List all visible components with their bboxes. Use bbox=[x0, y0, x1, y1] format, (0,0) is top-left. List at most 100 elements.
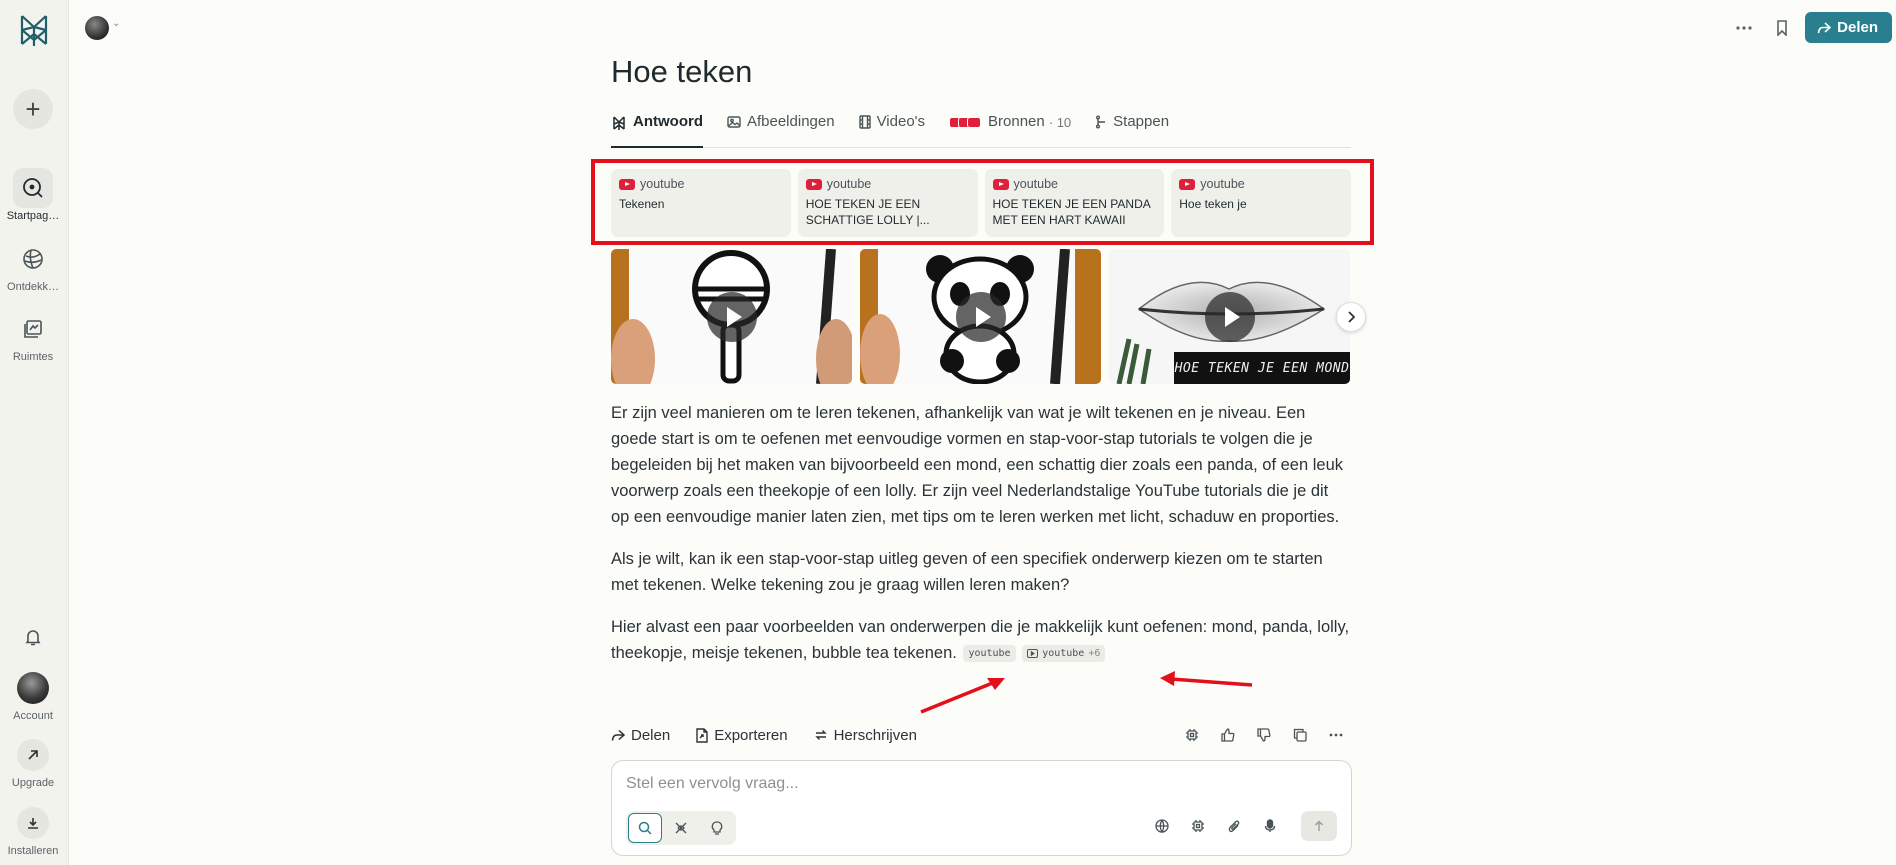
tab-label: Antwoord bbox=[633, 113, 703, 130]
tab-label: Bronnen bbox=[988, 113, 1045, 130]
video-icon bbox=[1027, 649, 1039, 659]
answer-actions-right bbox=[1177, 720, 1351, 750]
chevron-down-icon[interactable]: ⌄ bbox=[112, 18, 120, 29]
source-title: HOE TEKEN JE EEN SCHATTIGE LOLLY |... bbox=[805, 197, 930, 227]
thumbs-down-button[interactable] bbox=[1249, 720, 1279, 750]
source-site: youtube bbox=[640, 177, 685, 191]
voice-button[interactable] bbox=[1255, 811, 1285, 841]
labs-mode-button[interactable] bbox=[700, 813, 734, 843]
citation-more-count: +6 bbox=[1088, 648, 1101, 660]
sidebar-item-label: Account bbox=[13, 710, 53, 722]
tab-answer[interactable]: Antwoord bbox=[611, 110, 703, 148]
web-source-button[interactable] bbox=[1147, 811, 1177, 841]
source-card[interactable]: youtube Tekenen bbox=[611, 169, 791, 237]
citation-chip[interactable]: youtube bbox=[963, 645, 1016, 663]
citation-label: youtube bbox=[1042, 648, 1085, 660]
source-site: youtube bbox=[1200, 177, 1245, 191]
refresh-icon bbox=[814, 730, 827, 740]
tab-count: · 10 bbox=[1048, 115, 1072, 130]
more-options-button[interactable] bbox=[1321, 720, 1351, 750]
share-label: Delen bbox=[1837, 19, 1878, 36]
tab-label: Stappen bbox=[1113, 113, 1170, 130]
app: + Startpag… Ontdekk… Ruimtes Account Upg… bbox=[0, 0, 1896, 865]
citation-chip-more[interactable]: youtube +6 bbox=[1022, 645, 1106, 663]
youtube-icon bbox=[805, 178, 822, 190]
mode-selector bbox=[626, 811, 736, 845]
bookmark-button[interactable] bbox=[1767, 13, 1797, 43]
steps-icon bbox=[1096, 115, 1106, 129]
spaces-icon bbox=[13, 309, 53, 349]
video-thumbnail-lolly[interactable] bbox=[611, 249, 852, 384]
sidebar-item-label: Installeren bbox=[7, 845, 59, 857]
sidebar-item-discover[interactable]: Ontdekk… bbox=[0, 239, 66, 293]
youtube-icon bbox=[619, 178, 635, 190]
submit-button[interactable] bbox=[1301, 811, 1337, 841]
tab-steps[interactable]: Stappen bbox=[1095, 110, 1169, 148]
source-site: youtube bbox=[826, 177, 872, 191]
chevron-right-icon bbox=[1348, 311, 1355, 323]
followup-tools bbox=[1147, 811, 1337, 841]
video-thumbnail-panda[interactable] bbox=[860, 249, 1101, 384]
research-icon bbox=[675, 822, 687, 834]
export-button[interactable]: Exporteren bbox=[696, 726, 788, 744]
tab-images[interactable]: Afbeeldingen bbox=[727, 110, 835, 148]
sidebar-item-upgrade[interactable]: Upgrade bbox=[0, 735, 66, 789]
sources-row: youtube Tekenen youtube HOE TEKEN JE EEN… bbox=[611, 169, 1351, 237]
more-options-button[interactable] bbox=[1729, 13, 1759, 43]
model-select-button[interactable] bbox=[1183, 811, 1213, 841]
research-mode-button[interactable] bbox=[664, 813, 698, 843]
thumbs-up-button[interactable] bbox=[1213, 720, 1243, 750]
logo-icon[interactable] bbox=[14, 10, 54, 50]
sidebar-item-account[interactable]: Account bbox=[0, 668, 66, 722]
tab-sources[interactable]: Bronnen · 10 bbox=[949, 110, 1071, 148]
search-icon bbox=[13, 168, 53, 208]
source-title: Tekenen bbox=[619, 197, 665, 211]
lightbulb-icon bbox=[711, 821, 723, 835]
answer-paragraph: Hier alvast een paar voorbeelden van ond… bbox=[611, 614, 1351, 666]
video-thumbnail-mond[interactable]: HOE TEKEN JE EEN MOND bbox=[1109, 249, 1350, 384]
sidebar-item-label: Ontdekk… bbox=[7, 281, 59, 293]
source-card[interactable]: youtube HOE TEKEN JE EEN SCHATTIGE LOLLY… bbox=[797, 169, 978, 237]
share-icon bbox=[1817, 21, 1832, 33]
globe-icon bbox=[13, 239, 53, 279]
sidebar-item-label: Upgrade bbox=[11, 777, 55, 789]
action-label: Herschrijven bbox=[833, 726, 917, 744]
sidebar-item-install[interactable]: Installeren bbox=[0, 803, 66, 857]
page-title: Hoe teken bbox=[611, 54, 753, 89]
avatar bbox=[13, 668, 53, 708]
new-thread-button[interactable]: + bbox=[13, 89, 53, 129]
sidebar-item-home[interactable]: Startpag… bbox=[0, 168, 66, 222]
tab-bar: Antwoord Afbeeldingen Video's Bronnen · … bbox=[611, 110, 1351, 148]
tab-label: Afbeeldingen bbox=[746, 113, 835, 130]
search-mode-button[interactable] bbox=[628, 813, 662, 843]
film-icon bbox=[858, 115, 871, 129]
attach-button[interactable] bbox=[1219, 811, 1249, 841]
notifications-button[interactable] bbox=[0, 617, 66, 657]
followup-box bbox=[611, 760, 1352, 856]
followup-input[interactable] bbox=[626, 775, 1226, 793]
action-label: Exporteren bbox=[714, 726, 788, 744]
sidebar-item-spaces[interactable]: Ruimtes bbox=[0, 309, 66, 363]
thumbs-up-icon bbox=[1221, 728, 1235, 742]
tab-label: Video's bbox=[876, 113, 926, 130]
source-title: Hoe teken je bbox=[1179, 197, 1247, 211]
image-icon bbox=[727, 116, 741, 128]
share-answer-button[interactable]: Delen bbox=[611, 727, 670, 744]
video-carousel: HOE TEKEN JE EEN MOND bbox=[611, 249, 1351, 384]
sidebar-item-label: Ruimtes bbox=[12, 351, 54, 363]
more-icon bbox=[1329, 733, 1343, 737]
arrow-up-icon bbox=[1314, 820, 1324, 831]
answer-body: Er zijn veel manieren om te leren tekene… bbox=[611, 400, 1351, 682]
copy-button[interactable] bbox=[1285, 720, 1315, 750]
share-button[interactable]: Delen bbox=[1805, 12, 1892, 43]
avatar[interactable] bbox=[85, 16, 109, 40]
source-card[interactable]: youtube Hoe teken je bbox=[1171, 169, 1351, 237]
rewrite-button[interactable]: Herschrijven bbox=[814, 727, 917, 744]
model-button[interactable] bbox=[1177, 720, 1207, 750]
thumbs-down-icon bbox=[1257, 728, 1271, 742]
source-title: HOE TEKEN JE EEN PANDA MET EEN HART KAWA… bbox=[992, 197, 1151, 227]
action-label: Delen bbox=[631, 726, 671, 744]
carousel-next-button[interactable] bbox=[1336, 302, 1366, 332]
tab-videos[interactable]: Video's bbox=[858, 110, 926, 148]
source-card[interactable]: youtube HOE TEKEN JE EEN PANDA MET EEN H… bbox=[984, 169, 1165, 237]
